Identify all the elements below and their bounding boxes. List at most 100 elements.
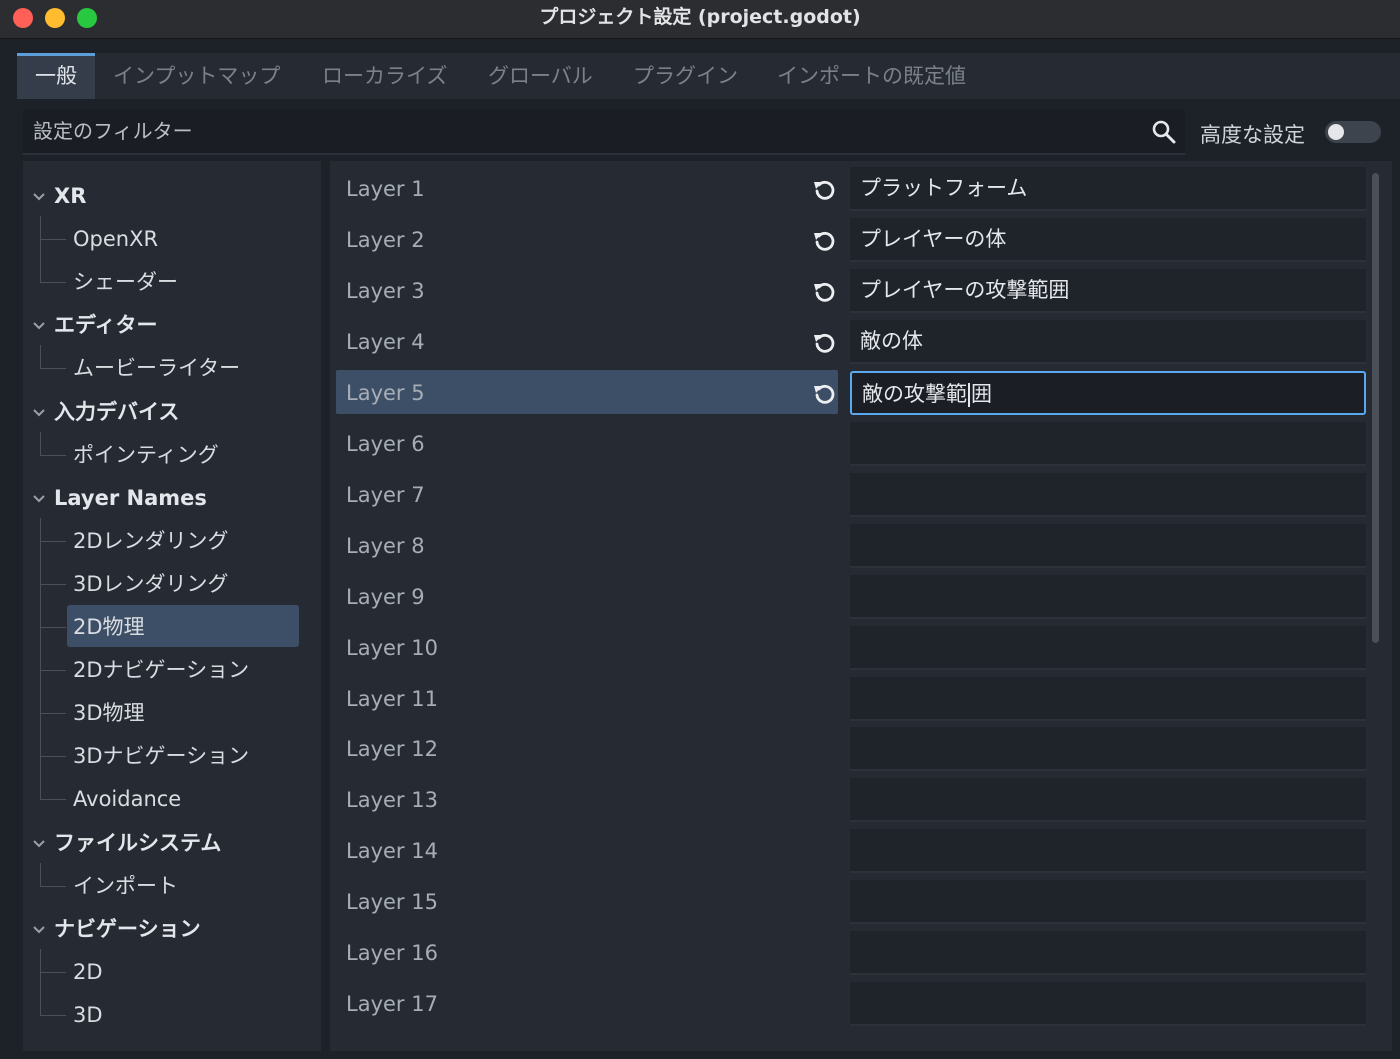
- layer-name-input[interactable]: [850, 574, 1366, 619]
- layer-row[interactable]: Layer 14: [330, 828, 1370, 879]
- value-text-before-caret: 敵の攻撃範: [862, 381, 967, 406]
- tree-item[interactable]: 2Dナビゲーション: [73, 651, 249, 689]
- layer-name-input[interactable]: [850, 472, 1366, 517]
- layer-name-value: プラットフォーム: [860, 176, 1028, 200]
- chevron-down-icon[interactable]: [32, 492, 46, 506]
- layer-name-input[interactable]: 敵の攻撃範囲: [850, 370, 1366, 415]
- advanced-settings-label: 高度な設定: [1200, 123, 1305, 147]
- tree-item[interactable]: 2D物理: [73, 608, 145, 646]
- tree-guide-line: [40, 670, 66, 672]
- tree-category[interactable]: ナビゲーション: [54, 910, 201, 948]
- layer-names-panel: Layer 1 プラットフォーム Layer 2 プレイヤーの体 Layer 3 プレイヤ…: [330, 161, 1392, 1051]
- tab-globals[interactable]: グローバル: [488, 53, 593, 99]
- layer-name-input[interactable]: [850, 523, 1366, 568]
- layer-row[interactable]: Layer 6: [330, 421, 1370, 472]
- layer-label: Layer 5: [346, 380, 425, 405]
- revert-icon[interactable]: [812, 228, 836, 252]
- tree-item[interactable]: ムービーライター: [73, 349, 240, 387]
- tree-guide-line: [40, 216, 41, 283]
- layer-name-input[interactable]: [850, 931, 1366, 976]
- settings-filter-input[interactable]: 設定のフィルター: [23, 109, 1185, 155]
- tree-category[interactable]: Layer Names: [54, 479, 207, 517]
- layer-row[interactable]: Layer 16: [330, 930, 1370, 981]
- value-text-after-caret: 囲: [971, 381, 992, 406]
- layer-row[interactable]: Layer 8: [330, 523, 1370, 574]
- tree-item[interactable]: シェーダー: [73, 263, 178, 301]
- layer-name-input[interactable]: [850, 982, 1366, 1027]
- layer-row[interactable]: Layer 3 プレイヤーの攻撃範囲: [330, 268, 1370, 319]
- layer-name-input[interactable]: [850, 829, 1366, 874]
- layer-name-input[interactable]: プレイヤーの体: [850, 217, 1366, 262]
- tree-item[interactable]: 3D: [73, 996, 103, 1034]
- tree-category[interactable]: 入力デバイス: [54, 393, 179, 431]
- layer-name-input[interactable]: [850, 727, 1366, 772]
- tree-guide-line: [40, 862, 41, 886]
- tree-item[interactable]: 3Dレンダリング: [73, 565, 229, 603]
- tree-category[interactable]: ファイルシステム: [54, 824, 221, 862]
- tree-category[interactable]: エディター: [54, 306, 158, 344]
- chevron-down-icon[interactable]: [32, 837, 46, 851]
- tree-item[interactable]: 2Dレンダリング: [73, 522, 229, 560]
- tree-guide-line: [40, 517, 41, 800]
- chevron-down-icon[interactable]: [32, 319, 46, 333]
- layer-row[interactable]: Layer 1 プラットフォーム: [330, 166, 1370, 217]
- layer-row[interactable]: Layer 15: [330, 879, 1370, 930]
- tab-input-map[interactable]: インプットマップ: [113, 53, 280, 99]
- tab-plugins[interactable]: プラグイン: [633, 53, 738, 99]
- layer-name-input[interactable]: [850, 778, 1366, 823]
- tab-import-defaults[interactable]: インポートの既定値: [777, 53, 966, 99]
- text-caret: [968, 382, 970, 407]
- tab-general[interactable]: 一般: [17, 53, 95, 99]
- layer-label: Layer 9: [346, 584, 425, 609]
- layer-row[interactable]: Layer 2 プレイヤーの体: [330, 217, 1370, 268]
- tree-item[interactable]: 2D: [73, 953, 103, 991]
- layer-name-value: 敵の体: [860, 328, 923, 353]
- layer-name-input[interactable]: [850, 676, 1366, 721]
- search-icon[interactable]: [1151, 119, 1177, 145]
- layer-row[interactable]: Layer 4 敵の体: [330, 319, 1370, 370]
- tree-item[interactable]: Avoidance: [73, 780, 181, 818]
- layer-row[interactable]: Layer 11: [330, 676, 1370, 727]
- revert-icon[interactable]: [812, 381, 836, 405]
- revert-icon[interactable]: [812, 330, 836, 354]
- layer-name-input[interactable]: プレイヤーの攻撃範囲: [850, 268, 1366, 313]
- layer-row[interactable]: Layer 7: [330, 472, 1370, 523]
- tree-item[interactable]: 3D物理: [73, 694, 145, 732]
- tree-guide-line: [40, 540, 66, 542]
- chevron-down-icon[interactable]: [32, 923, 46, 937]
- layer-name-input[interactable]: プラットフォーム: [850, 167, 1366, 211]
- tree-item[interactable]: 3Dナビゲーション: [73, 737, 249, 775]
- tab-localization[interactable]: ローカライズ: [322, 53, 447, 99]
- layer-name-input[interactable]: [850, 421, 1366, 466]
- settings-tree: XR OpenXR シェーダーエディタームービーライター入力デバイスポインティング L…: [23, 161, 321, 1051]
- revert-icon[interactable]: [812, 279, 836, 303]
- tree-category[interactable]: XR: [54, 177, 86, 215]
- layer-row[interactable]: Layer 10: [330, 625, 1370, 676]
- tree-item[interactable]: OpenXR: [73, 220, 158, 258]
- revert-icon[interactable]: [812, 177, 836, 201]
- project-settings-window: 一般 インプットマップ ローカライズ グローバル プラグイン インポートの既定値…: [3, 39, 1400, 1059]
- tree-guide-line: [40, 368, 66, 370]
- layer-name-input[interactable]: 敵の体: [850, 319, 1366, 364]
- panel-scrollbar[interactable]: [1372, 173, 1379, 643]
- layer-row[interactable]: Layer 13: [330, 777, 1370, 828]
- tree-item[interactable]: インポート: [73, 867, 178, 905]
- layer-row[interactable]: Layer 12: [330, 726, 1370, 777]
- tree-guide-line: [40, 345, 41, 369]
- layer-row[interactable]: Layer 5 敵の攻撃範囲: [330, 369, 1370, 421]
- tree-guide-line: [40, 239, 66, 241]
- toggle-knob: [1328, 124, 1344, 140]
- layer-label: Layer 4: [346, 329, 425, 354]
- layer-name-input[interactable]: [850, 880, 1366, 925]
- layer-name-input[interactable]: [850, 625, 1366, 670]
- tree-item[interactable]: ポインティング: [73, 436, 219, 474]
- layer-row[interactable]: Layer 9: [330, 574, 1370, 625]
- layer-row[interactable]: Layer 17: [330, 981, 1370, 1032]
- advanced-settings-toggle[interactable]: [1325, 121, 1381, 143]
- chevron-down-icon[interactable]: [32, 190, 46, 204]
- tab-bar: 一般 インプットマップ ローカライズ グローバル プラグイン インポートの既定値: [17, 53, 1400, 99]
- layer-label: Layer 12: [346, 737, 438, 762]
- chevron-down-icon[interactable]: [32, 406, 46, 420]
- layer-label: Layer 3: [346, 278, 425, 303]
- layer-label: Layer 6: [346, 431, 425, 456]
